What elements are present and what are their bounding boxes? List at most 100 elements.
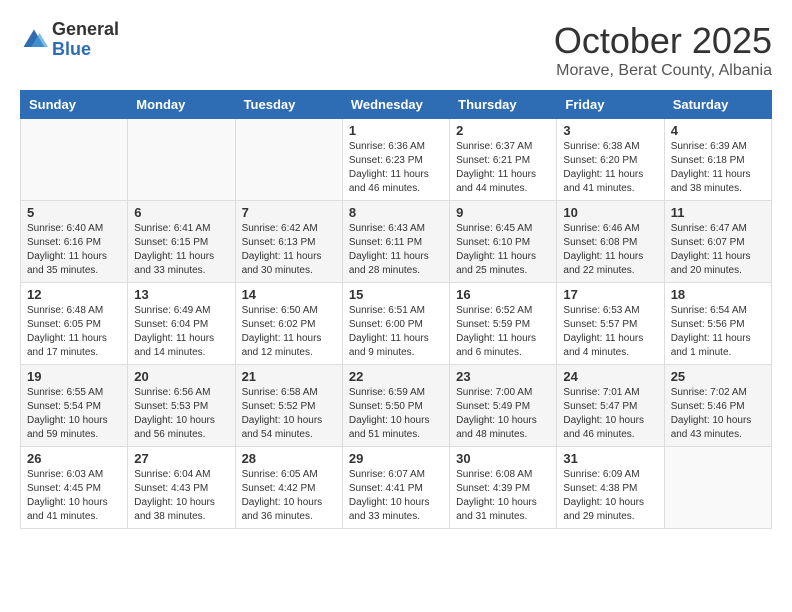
day-number: 22 — [349, 369, 443, 384]
day-number: 5 — [27, 205, 121, 220]
day-header-monday: Monday — [128, 91, 235, 119]
day-number: 9 — [456, 205, 550, 220]
day-headers-row: SundayMondayTuesdayWednesdayThursdayFrid… — [21, 91, 772, 119]
day-info: Sunrise: 6:47 AMSunset: 6:07 PMDaylight:… — [671, 222, 765, 278]
day-number: 6 — [134, 205, 228, 220]
day-number: 7 — [242, 205, 336, 220]
day-info: Sunrise: 7:00 AMSunset: 5:49 PMDaylight:… — [456, 386, 550, 442]
day-number: 4 — [671, 123, 765, 138]
day-info: Sunrise: 6:38 AMSunset: 6:20 PMDaylight:… — [563, 140, 657, 196]
calendar-cell: 14 Sunrise: 6:50 AMSunset: 6:02 PMDayligh… — [235, 283, 342, 365]
calendar-week-4: 19 Sunrise: 6:55 AMSunset: 5:54 PMDayligh… — [21, 365, 772, 447]
day-number: 23 — [456, 369, 550, 384]
calendar-cell: 9 Sunrise: 6:45 AMSunset: 6:10 PMDaylight… — [450, 201, 557, 283]
logo-text: General Blue — [52, 20, 119, 60]
calendar-cell: 22 Sunrise: 6:59 AMSunset: 5:50 PMDayligh… — [342, 365, 449, 447]
calendar-cell: 19 Sunrise: 6:55 AMSunset: 5:54 PMDayligh… — [21, 365, 128, 447]
calendar-cell: 31Sunrise: 6:09 AMSunset: 4:38 PMDayligh… — [557, 447, 664, 529]
day-info: Sunrise: 6:46 AMSunset: 6:08 PMDaylight:… — [563, 222, 657, 278]
day-info: Sunrise: 6:40 AMSunset: 6:16 PMDaylight:… — [27, 222, 121, 278]
calendar-cell: 21 Sunrise: 6:58 AMSunset: 5:52 PMDayligh… — [235, 365, 342, 447]
day-number: 21 — [242, 369, 336, 384]
calendar-cell: 2Sunrise: 6:37 AMSunset: 6:21 PMDaylight… — [450, 119, 557, 201]
calendar-week-1: 1 Sunrise: 6:36 AMSunset: 6:23 PMDaylight… — [21, 119, 772, 201]
day-info: Sunrise: 6:54 AMSunset: 5:56 PMDaylight:… — [671, 304, 765, 360]
day-header-tuesday: Tuesday — [235, 91, 342, 119]
calendar-cell: 28 Sunrise: 6:05 AMSunset: 4:42 PMDayligh… — [235, 447, 342, 529]
calendar-cell: 10 Sunrise: 6:46 AMSunset: 6:08 PMDayligh… — [557, 201, 664, 283]
day-number: 19 — [27, 369, 121, 384]
location-subtitle: Morave, Berat County, Albania — [554, 62, 772, 80]
calendar-week-5: 26 Sunrise: 6:03 AMSunset: 4:45 PMDayligh… — [21, 447, 772, 529]
calendar-cell: 27 Sunrise: 6:04 AMSunset: 4:43 PMDayligh… — [128, 447, 235, 529]
calendar-cell: 15Sunrise: 6:51 AMSunset: 6:00 PMDayligh… — [342, 283, 449, 365]
calendar-cell: 7 Sunrise: 6:42 AMSunset: 6:13 PMDaylight… — [235, 201, 342, 283]
day-info: Sunrise: 6:58 AMSunset: 5:52 PMDaylight:… — [242, 386, 336, 442]
day-number: 28 — [242, 451, 336, 466]
day-info: Sunrise: 6:52 AMSunset: 5:59 PMDaylight:… — [456, 304, 550, 360]
calendar-cell: 3 Sunrise: 6:38 AMSunset: 6:20 PMDaylight… — [557, 119, 664, 201]
day-number: 8 — [349, 205, 443, 220]
day-number: 31 — [563, 451, 657, 466]
page-header: General Blue October 2025 Morave, Berat … — [20, 20, 772, 80]
day-number: 20 — [134, 369, 228, 384]
day-info: Sunrise: 6:51 AMSunset: 6:00 PMDaylight:… — [349, 304, 443, 360]
day-number: 14 — [242, 287, 336, 302]
title-block: October 2025 Morave, Berat County, Alban… — [554, 20, 772, 80]
day-number: 13 — [134, 287, 228, 302]
calendar-cell: 5 Sunrise: 6:40 AMSunset: 6:16 PMDaylight… — [21, 201, 128, 283]
day-info: Sunrise: 6:55 AMSunset: 5:54 PMDaylight:… — [27, 386, 121, 442]
day-number: 25 — [671, 369, 765, 384]
calendar-cell: 30Sunrise: 6:08 AMSunset: 4:39 PMDayligh… — [450, 447, 557, 529]
day-info: Sunrise: 6:03 AMSunset: 4:45 PMDaylight:… — [27, 468, 121, 524]
calendar-cell — [235, 119, 342, 201]
day-header-saturday: Saturday — [664, 91, 771, 119]
calendar-cell: 13 Sunrise: 6:49 AMSunset: 6:04 PMDayligh… — [128, 283, 235, 365]
day-header-wednesday: Wednesday — [342, 91, 449, 119]
day-info: Sunrise: 6:39 AMSunset: 6:18 PMDaylight:… — [671, 140, 765, 196]
day-info: Sunrise: 6:42 AMSunset: 6:13 PMDaylight:… — [242, 222, 336, 278]
day-number: 16 — [456, 287, 550, 302]
day-number: 24 — [563, 369, 657, 384]
day-number: 3 — [563, 123, 657, 138]
calendar-cell — [664, 447, 771, 529]
calendar-cell — [128, 119, 235, 201]
day-number: 10 — [563, 205, 657, 220]
calendar-cell: 16 Sunrise: 6:52 AMSunset: 5:59 PMDayligh… — [450, 283, 557, 365]
calendar-cell: 25Sunrise: 7:02 AMSunset: 5:46 PMDayligh… — [664, 365, 771, 447]
calendar-cell: 11 Sunrise: 6:47 AMSunset: 6:07 PMDayligh… — [664, 201, 771, 283]
calendar-cell: 8 Sunrise: 6:43 AMSunset: 6:11 PMDaylight… — [342, 201, 449, 283]
day-info: Sunrise: 6:53 AMSunset: 5:57 PMDaylight:… — [563, 304, 657, 360]
day-info: Sunrise: 6:43 AMSunset: 6:11 PMDaylight:… — [349, 222, 443, 278]
day-number: 26 — [27, 451, 121, 466]
calendar-cell: 24 Sunrise: 7:01 AMSunset: 5:47 PMDayligh… — [557, 365, 664, 447]
day-info: Sunrise: 6:56 AMSunset: 5:53 PMDaylight:… — [134, 386, 228, 442]
day-info: Sunrise: 6:50 AMSunset: 6:02 PMDaylight:… — [242, 304, 336, 360]
day-info: Sunrise: 6:36 AMSunset: 6:23 PMDaylight:… — [349, 140, 443, 196]
day-info: Sunrise: 7:01 AMSunset: 5:47 PMDaylight:… — [563, 386, 657, 442]
calendar-week-3: 12Sunrise: 6:48 AMSunset: 6:05 PMDayligh… — [21, 283, 772, 365]
day-number: 2 — [456, 123, 550, 138]
day-info: Sunrise: 6:05 AMSunset: 4:42 PMDaylight:… — [242, 468, 336, 524]
day-info: Sunrise: 6:07 AMSunset: 4:41 PMDaylight:… — [349, 468, 443, 524]
day-header-thursday: Thursday — [450, 91, 557, 119]
day-number: 18 — [671, 287, 765, 302]
day-info: Sunrise: 6:49 AMSunset: 6:04 PMDaylight:… — [134, 304, 228, 360]
calendar-cell: 29 Sunrise: 6:07 AMSunset: 4:41 PMDayligh… — [342, 447, 449, 529]
day-number: 27 — [134, 451, 228, 466]
day-number: 30 — [456, 451, 550, 466]
day-info: Sunrise: 6:59 AMSunset: 5:50 PMDaylight:… — [349, 386, 443, 442]
day-header-friday: Friday — [557, 91, 664, 119]
day-number: 29 — [349, 451, 443, 466]
logo: General Blue — [20, 20, 119, 60]
day-number: 12 — [27, 287, 121, 302]
calendar-body: 1 Sunrise: 6:36 AMSunset: 6:23 PMDaylight… — [21, 119, 772, 529]
day-info: Sunrise: 6:04 AMSunset: 4:43 PMDaylight:… — [134, 468, 228, 524]
day-number: 11 — [671, 205, 765, 220]
calendar-cell — [21, 119, 128, 201]
calendar-cell: 23 Sunrise: 7:00 AMSunset: 5:49 PMDayligh… — [450, 365, 557, 447]
calendar-cell: 18 Sunrise: 6:54 AMSunset: 5:56 PMDayligh… — [664, 283, 771, 365]
logo-icon — [20, 26, 48, 54]
day-number: 1 — [349, 123, 443, 138]
day-info: Sunrise: 6:45 AMSunset: 6:10 PMDaylight:… — [456, 222, 550, 278]
